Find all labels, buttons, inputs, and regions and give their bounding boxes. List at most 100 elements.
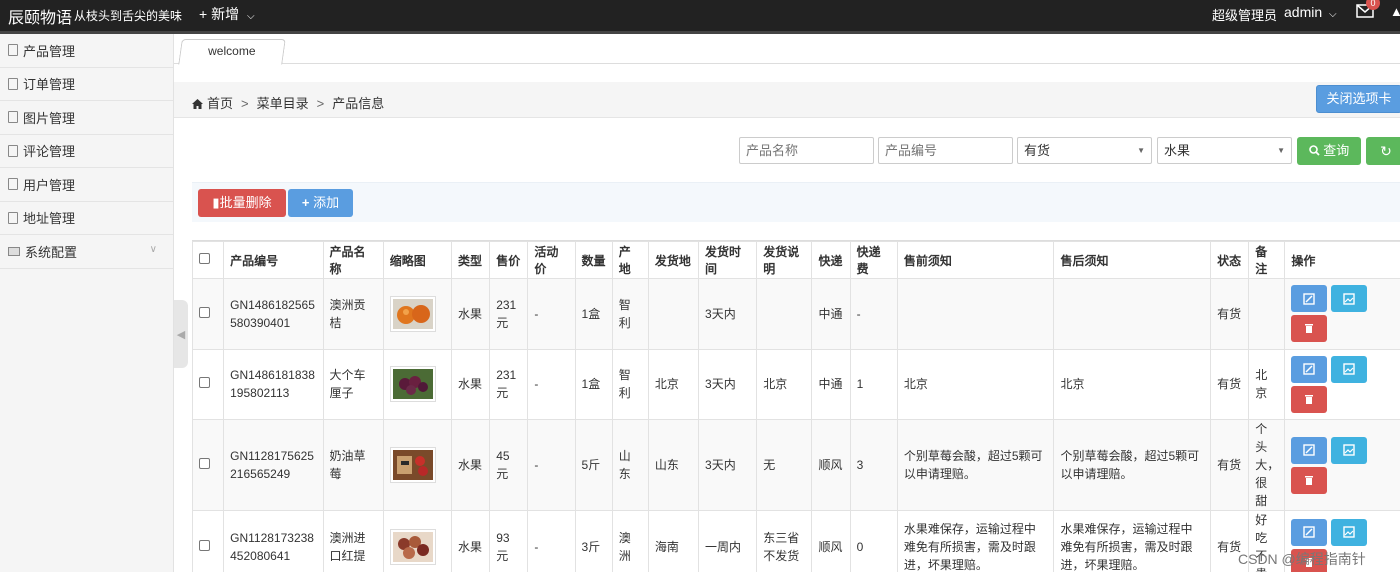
product-thumbnail[interactable]	[389, 295, 436, 332]
shipping-fee: -	[849, 278, 898, 350]
pre-sale-notice: 个别草莓会酸，超过5颗可以申请理赔。	[896, 419, 1055, 511]
breadcrumb-separator: >	[241, 96, 249, 111]
theme-icon[interactable]: ▲	[1390, 4, 1400, 19]
image-button[interactable]	[1331, 518, 1368, 546]
row-select-cell	[192, 278, 225, 350]
add-button[interactable]: + 添加	[288, 189, 353, 217]
pre-sale-notice: 水果难保存，运输过程中难免有所损害，需及时跟进，坏果理赔。	[896, 510, 1055, 572]
image-button[interactable]	[1331, 436, 1368, 464]
column-header: 备注	[1248, 241, 1286, 279]
close-tabs-button[interactable]: 关闭选项卡	[1316, 85, 1400, 113]
edit-button[interactable]	[1291, 355, 1328, 383]
column-header[interactable]: 活动价	[527, 241, 576, 279]
column-header[interactable]: 快递	[811, 241, 851, 279]
product-price: 93元	[489, 510, 529, 572]
refresh-icon: ↻	[1380, 143, 1392, 159]
sidebar-item-users[interactable]: 用户管理	[0, 168, 173, 202]
product-code-input[interactable]	[878, 137, 1013, 164]
user-menu[interactable]: admin ⌵	[1284, 4, 1337, 20]
column-header[interactable]: 发货地	[647, 241, 700, 279]
sidebar-item-system-config[interactable]: 系统配置 ∨	[0, 235, 173, 269]
ship-from: 北京	[647, 348, 700, 420]
row-checkbox[interactable]	[199, 458, 210, 469]
document-icon	[8, 77, 18, 90]
column-header: 缩略图	[382, 241, 453, 279]
product-thumbnail[interactable]	[389, 366, 436, 403]
product-table: 产品编号 产品名称 缩略图 类型 售价 活动价 数量 产地 发货地 发货时间 发…	[192, 240, 1400, 572]
courier: 中通	[811, 278, 851, 350]
ship-time: 3天内	[698, 278, 758, 350]
product-name-input[interactable]	[739, 137, 874, 164]
ship-from: 海南	[647, 510, 700, 572]
column-header[interactable]: 售价	[489, 241, 529, 279]
sidebar-item-orders[interactable]: 订单管理	[0, 68, 173, 101]
sidebar-item-products[interactable]: 产品管理	[0, 34, 173, 68]
after-sale-notice: 个别草莓会酸，超过5颗可以申请理赔。	[1053, 419, 1212, 511]
row-checkbox[interactable]	[199, 377, 210, 389]
refresh-button[interactable]: ↻	[1366, 137, 1400, 165]
brand-name[interactable]: 辰颐物语	[8, 4, 72, 28]
ship-note: 北京	[756, 348, 813, 420]
product-price: 45元	[489, 419, 529, 511]
column-header[interactable]: 快递费	[849, 241, 898, 279]
row-select-cell	[192, 419, 225, 511]
product-quantity: 5斤	[574, 419, 613, 511]
sidebar-collapse-handle[interactable]: ◀	[174, 300, 188, 368]
row-checkbox[interactable]	[199, 540, 210, 551]
product-type-select[interactable]: 水果 ▼	[1157, 137, 1292, 164]
breadcrumb-menu[interactable]: 菜单目录	[257, 96, 309, 111]
delete-button[interactable]	[1291, 315, 1328, 343]
image-icon	[1343, 363, 1356, 375]
query-button[interactable]: 查询	[1297, 137, 1361, 165]
image-button[interactable]	[1331, 355, 1368, 383]
image-button[interactable]	[1331, 285, 1368, 313]
edit-button[interactable]	[1291, 285, 1328, 313]
sidebar-item-label: 用户管理	[23, 177, 76, 193]
select-all-checkbox[interactable]	[199, 253, 210, 264]
sidebar-item-images[interactable]: 图片管理	[0, 101, 173, 135]
mail-count-badge: 0	[1366, 0, 1380, 10]
tab-welcome[interactable]: welcome	[178, 39, 286, 65]
ship-from: 山东	[647, 419, 700, 511]
delete-button[interactable]	[1291, 466, 1328, 494]
product-thumbnail[interactable]	[389, 529, 436, 565]
column-header[interactable]: 数量	[574, 241, 613, 279]
document-icon	[8, 144, 18, 157]
column-header[interactable]: 状态	[1210, 241, 1250, 279]
delete-button[interactable]	[1291, 385, 1328, 413]
column-header[interactable]: 发货时间	[698, 241, 758, 279]
sidebar: 产品管理 订单管理 图片管理 评论管理 用户管理 地址管理 系统配置 ∨	[0, 34, 174, 572]
edit-button[interactable]	[1291, 518, 1328, 546]
chevron-left-icon: ◀	[176, 328, 186, 341]
sidebar-item-addresses[interactable]: 地址管理	[0, 202, 173, 235]
row-checkbox[interactable]	[199, 306, 210, 318]
column-header[interactable]: 发货说明	[756, 241, 813, 279]
breadcrumb-separator: >	[316, 96, 325, 111]
query-label: 查询	[1323, 143, 1350, 158]
column-header[interactable]: 产地	[611, 241, 649, 279]
edit-button[interactable]	[1291, 436, 1328, 464]
column-header[interactable]: 产品编号	[223, 241, 324, 279]
row-select-cell	[192, 348, 225, 420]
sidebar-item-label: 订单管理	[23, 77, 76, 93]
column-header[interactable]: 类型	[451, 241, 491, 279]
product-thumbnail[interactable]	[389, 447, 436, 483]
new-menu-button[interactable]: + 新增 ⌵	[199, 4, 255, 24]
shipping-fee: 0	[849, 510, 898, 572]
toolbar: ▮批量删除 + 添加	[192, 182, 1400, 222]
search-icon	[1308, 145, 1320, 156]
product-name: 大个车厘子	[322, 348, 384, 420]
sidebar-item-comments[interactable]: 评论管理	[0, 135, 173, 168]
stock-status-select[interactable]: 有货 ▼	[1017, 137, 1152, 164]
column-header[interactable]: 产品名称	[322, 241, 384, 279]
thumbnail-cell	[382, 278, 453, 350]
trash-icon: ▮	[212, 195, 220, 210]
edit-icon	[1303, 444, 1316, 456]
edit-icon	[1303, 526, 1316, 538]
breadcrumb-home[interactable]: 首页	[207, 96, 233, 111]
table-row: GN1128175625216565249 奶油草莓 水果 45元 - 5斤 山…	[192, 419, 1400, 511]
column-header: 售前须知	[896, 241, 1055, 279]
batch-delete-button[interactable]: ▮批量删除	[198, 189, 286, 217]
product-code: GN1128175625216565249	[223, 419, 324, 511]
after-sale-notice	[1053, 278, 1212, 350]
